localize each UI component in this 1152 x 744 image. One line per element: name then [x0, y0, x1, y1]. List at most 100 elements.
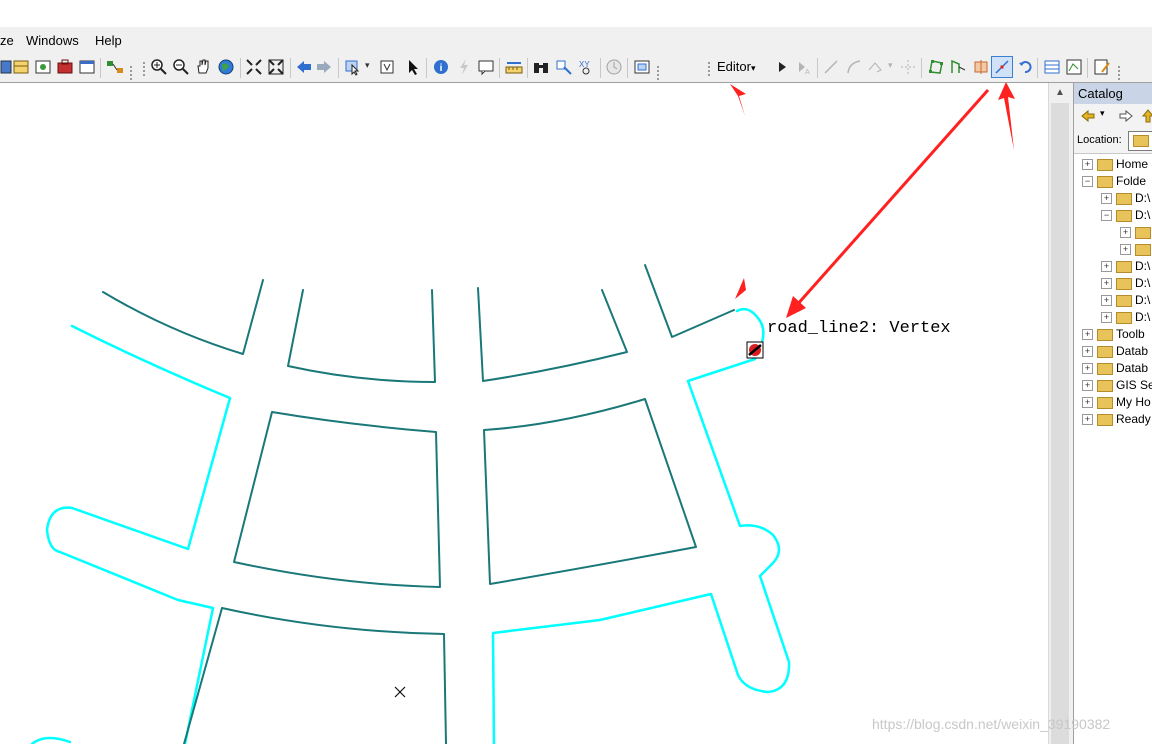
- collapse-icon[interactable]: −: [1082, 176, 1093, 188]
- catalog-tree-item[interactable]: + Toolb: [1082, 326, 1145, 343]
- toolbar-overflow-icon[interactable]: [1118, 66, 1122, 80]
- expand-icon[interactable]: +: [1082, 329, 1093, 341]
- arctoolbox-icon[interactable]: [56, 58, 74, 76]
- point-tool-icon[interactable]: [899, 58, 917, 76]
- folder-icon: [1097, 328, 1113, 341]
- catalog-tree-item[interactable]: + D:\: [1101, 309, 1150, 326]
- sketch-properties-icon[interactable]: [1065, 58, 1083, 76]
- expand-icon[interactable]: +: [1120, 244, 1131, 256]
- model-builder-icon[interactable]: [106, 58, 124, 76]
- editor-menu-button[interactable]: Editor▾: [714, 58, 759, 76]
- menu-customize[interactable]: ze: [0, 33, 14, 48]
- find-binoculars-icon[interactable]: [532, 58, 550, 76]
- menu-windows[interactable]: Windows: [26, 33, 79, 48]
- toolbar-grip[interactable]: [708, 62, 712, 76]
- catalog-tree-item[interactable]: +: [1120, 241, 1152, 258]
- catalog-tree-item-label: Ready: [1116, 412, 1151, 426]
- catalog-tree-item[interactable]: + My Ho: [1082, 394, 1151, 411]
- fixed-zoom-in-icon[interactable]: [245, 58, 263, 76]
- table-icon[interactable]: [12, 58, 30, 76]
- measure-ruler-icon[interactable]: [505, 58, 523, 76]
- catalog-tree-item-label: Datab: [1116, 361, 1149, 375]
- expand-icon[interactable]: +: [1082, 363, 1093, 375]
- catalog-tree-item[interactable]: + D:\: [1101, 292, 1150, 309]
- edit-vertices-icon[interactable]: [927, 58, 945, 76]
- attributes-table-icon[interactable]: [1043, 58, 1061, 76]
- catalog-tree-item-label: My Ho: [1116, 395, 1151, 409]
- trace-tool-icon[interactable]: [867, 58, 885, 76]
- chevron-down-icon[interactable]: ▾: [1100, 108, 1105, 119]
- select-features-icon[interactable]: [344, 58, 362, 76]
- fixed-zoom-out-icon[interactable]: [267, 58, 285, 76]
- straight-segment-icon[interactable]: [822, 58, 840, 76]
- scroll-up-icon[interactable]: ▲: [1055, 87, 1065, 98]
- go-to-xy-icon[interactable]: XY: [577, 58, 595, 76]
- rotate-tool-icon[interactable]: [1016, 58, 1034, 76]
- catalog-tree-item[interactable]: + D:\: [1101, 275, 1150, 292]
- reshape-feature-icon[interactable]: [949, 58, 967, 76]
- split-tool-button-active[interactable]: [991, 56, 1013, 78]
- cut-polygons-icon[interactable]: [972, 58, 990, 76]
- catalog-window-icon[interactable]: [34, 58, 52, 76]
- catalog-tree-item[interactable]: + D:\: [1101, 258, 1150, 275]
- toolbar-separator: [817, 58, 818, 78]
- catalog-tree-item[interactable]: + GIS Se: [1082, 377, 1152, 394]
- identify-info-icon[interactable]: i: [432, 58, 450, 76]
- menu-help[interactable]: Help: [95, 33, 122, 48]
- zoom-out-icon[interactable]: [172, 58, 190, 76]
- toolbar-overflow-icon[interactable]: [130, 66, 134, 80]
- up-one-level-icon[interactable]: [1140, 108, 1152, 124]
- time-slider-icon[interactable]: [605, 58, 623, 76]
- catalog-tree-item[interactable]: + Home: [1082, 156, 1148, 173]
- chevron-down-icon[interactable]: ▾: [888, 60, 893, 71]
- expand-icon[interactable]: +: [1082, 397, 1093, 409]
- expand-icon[interactable]: +: [1101, 295, 1112, 307]
- catalog-tree-item[interactable]: + Ready: [1082, 411, 1151, 428]
- catalog-tree-item[interactable]: + Datab: [1082, 360, 1148, 377]
- expand-icon[interactable]: +: [1101, 278, 1112, 290]
- expand-icon[interactable]: +: [1101, 193, 1112, 205]
- catalog-tree-item[interactable]: − D:\: [1101, 207, 1150, 224]
- forward-extent-arrow-icon[interactable]: [315, 58, 333, 76]
- catalog-tree-item[interactable]: − Folde: [1082, 173, 1146, 190]
- collapse-icon[interactable]: −: [1101, 210, 1112, 222]
- edit-tool-arrow-icon[interactable]: [773, 58, 791, 76]
- full-extent-globe-icon[interactable]: [217, 58, 235, 76]
- expand-icon[interactable]: +: [1082, 159, 1093, 171]
- chevron-down-icon[interactable]: ▾: [365, 60, 370, 71]
- toolbar-overflow-icon[interactable]: [657, 66, 661, 80]
- pan-hand-icon[interactable]: [194, 58, 212, 76]
- zoom-in-icon[interactable]: [150, 58, 168, 76]
- create-viewer-window-icon[interactable]: [633, 58, 651, 76]
- back-extent-arrow-icon[interactable]: [295, 58, 313, 76]
- expand-icon[interactable]: +: [1082, 346, 1093, 358]
- forward-arrow-icon[interactable]: [1118, 108, 1134, 124]
- expand-icon[interactable]: +: [1120, 227, 1131, 239]
- clear-selection-icon[interactable]: [378, 58, 396, 76]
- catalog-tree-item[interactable]: + D:\: [1101, 190, 1150, 207]
- create-features-icon[interactable]: [1093, 58, 1111, 76]
- back-arrow-icon[interactable]: [1080, 108, 1096, 124]
- catalog-tree-item[interactable]: +: [1120, 224, 1152, 241]
- expand-icon[interactable]: +: [1082, 380, 1093, 392]
- python-window-icon[interactable]: [78, 58, 96, 76]
- road-line: [477, 287, 628, 382]
- catalog-tree-item[interactable]: + Datab: [1082, 343, 1148, 360]
- find-route-icon[interactable]: [555, 58, 573, 76]
- hyperlink-bolt-icon[interactable]: [455, 58, 473, 76]
- svg-text:XY: XY: [579, 60, 590, 69]
- map-display[interactable]: [0, 83, 1048, 744]
- folder-icon: [1116, 311, 1132, 324]
- expand-icon[interactable]: +: [1101, 312, 1112, 324]
- endpoint-arc-icon[interactable]: [845, 58, 863, 76]
- html-popup-icon[interactable]: [477, 58, 495, 76]
- expand-icon[interactable]: +: [1082, 414, 1093, 426]
- location-input[interactable]: [1128, 131, 1152, 151]
- scrollbar-thumb[interactable]: [1051, 103, 1069, 744]
- select-elements-arrow-icon[interactable]: [404, 58, 422, 76]
- map-vertical-scrollbar[interactable]: ▲: [1048, 83, 1073, 744]
- edit-annotation-icon[interactable]: A: [795, 58, 813, 76]
- toolbar-grip[interactable]: [143, 62, 147, 76]
- expand-icon[interactable]: +: [1101, 261, 1112, 273]
- map-canvas[interactable]: [0, 83, 1048, 744]
